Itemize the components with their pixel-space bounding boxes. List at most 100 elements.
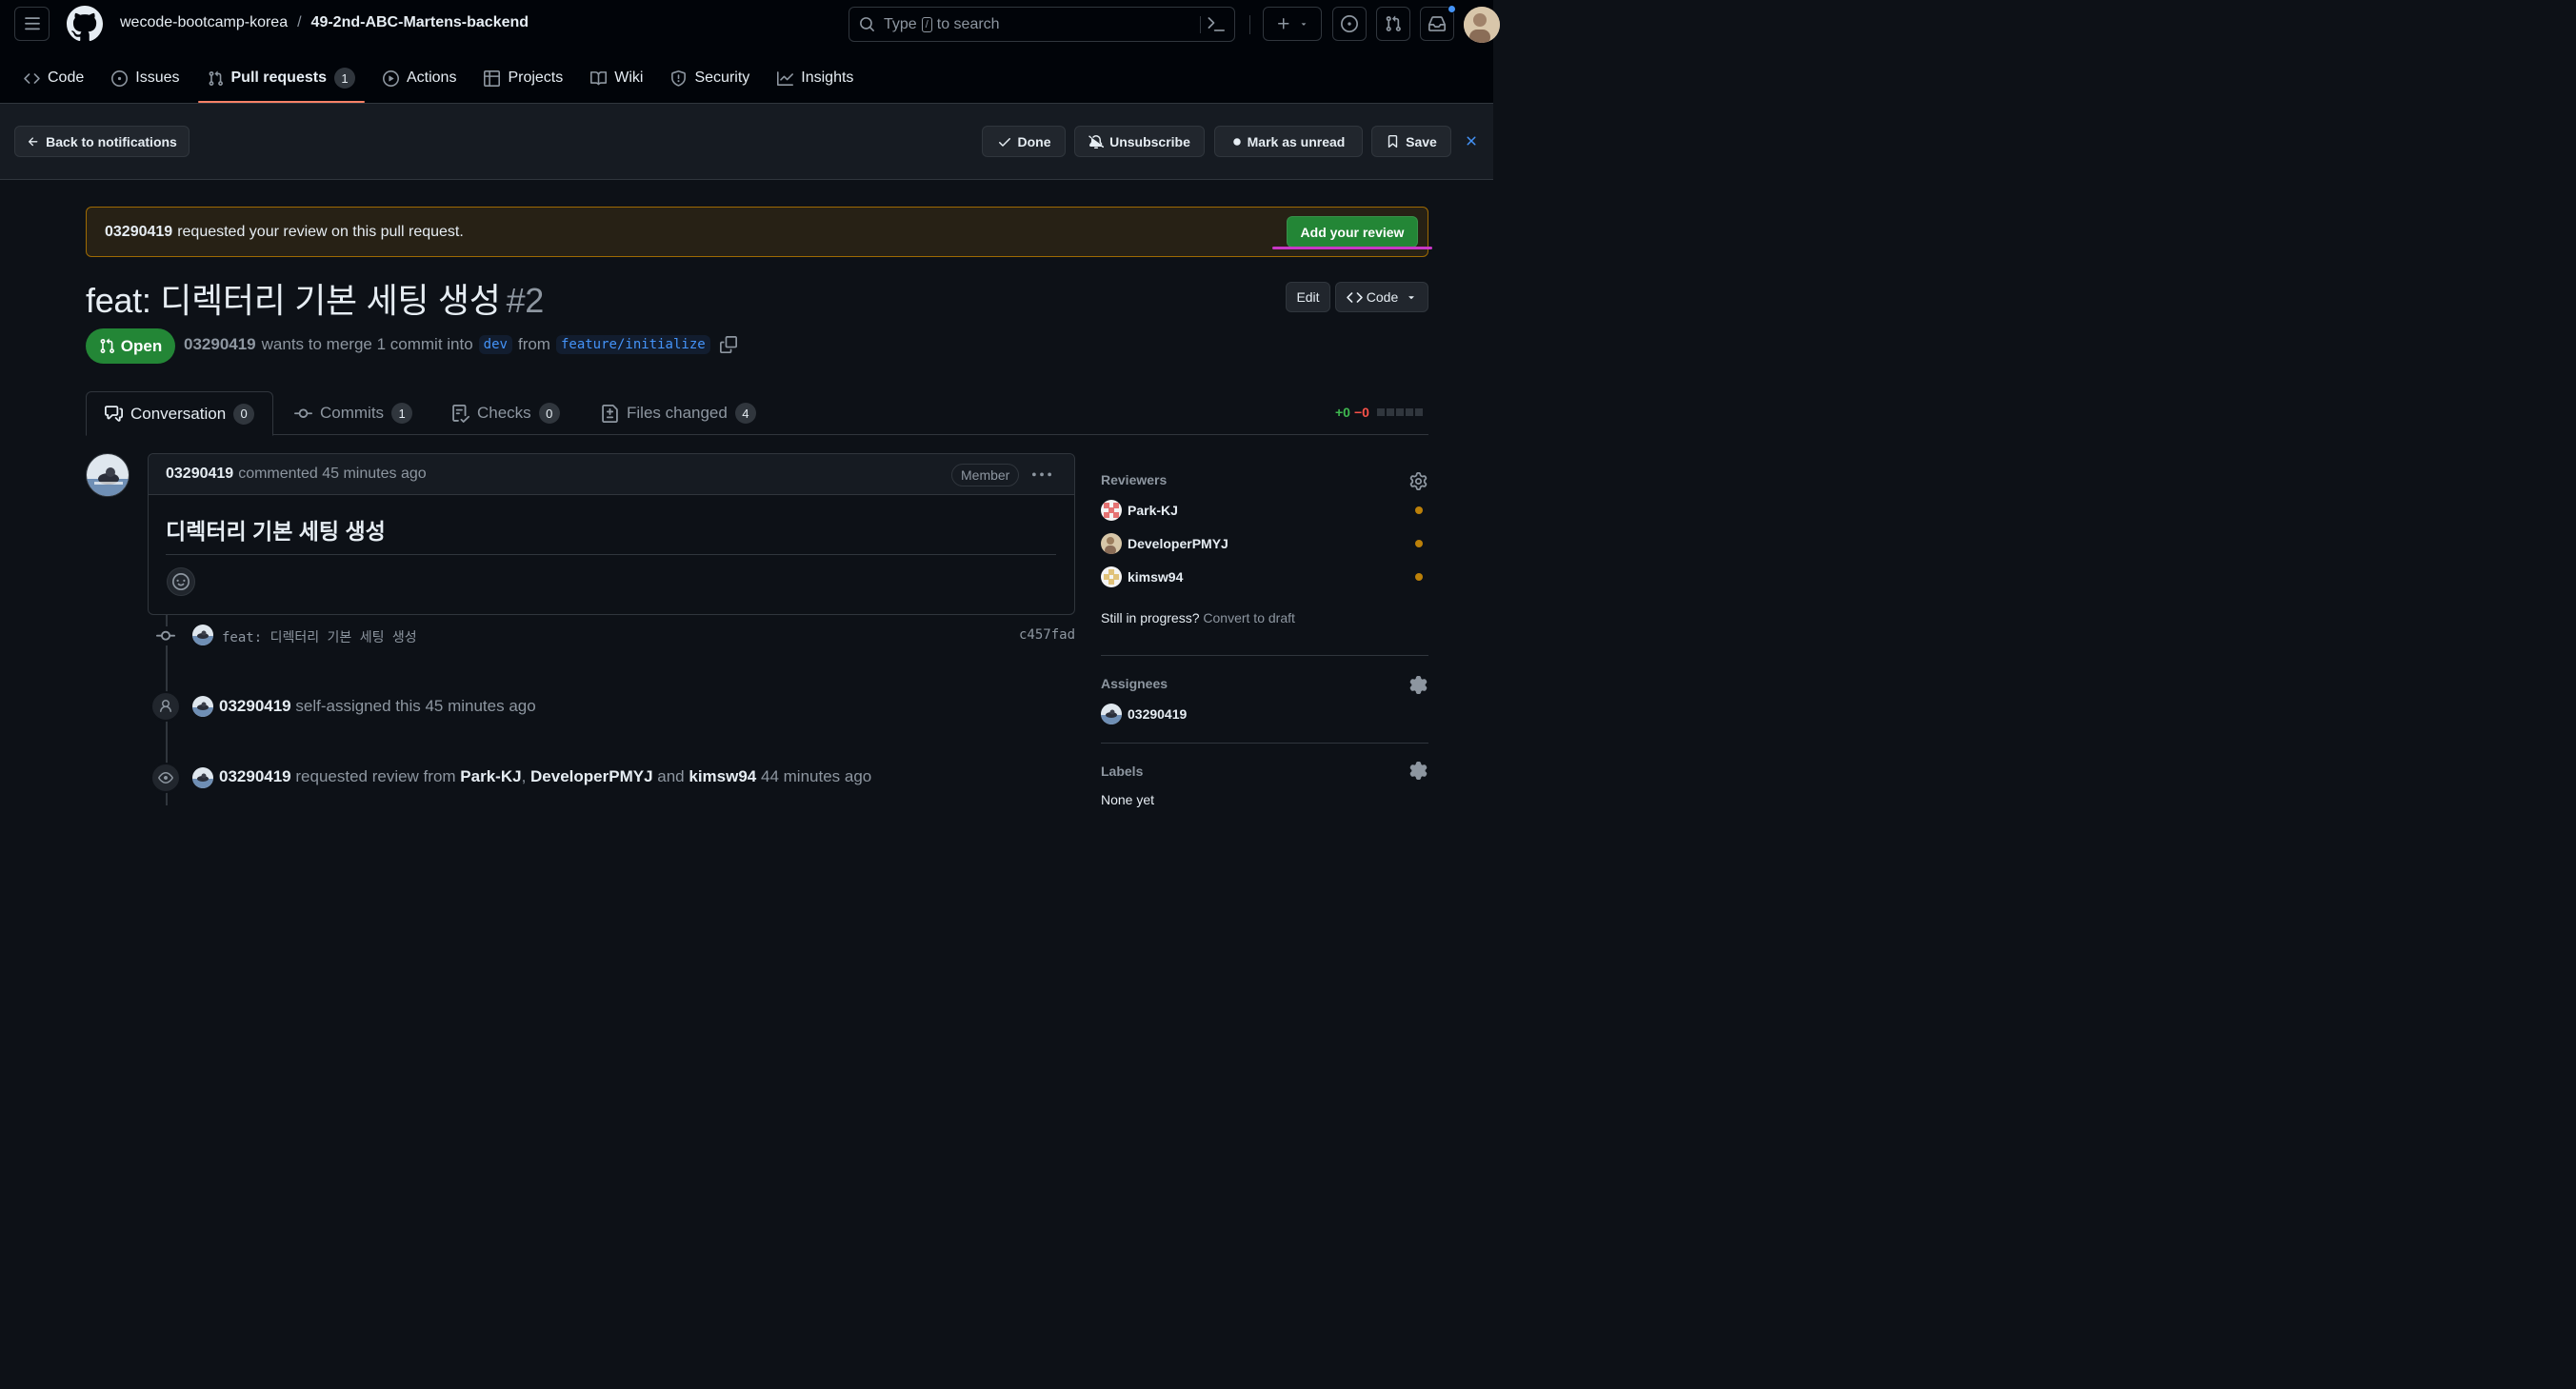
add-reaction-button[interactable] [167, 567, 195, 596]
inbox-icon [1428, 16, 1446, 31]
review-request-banner: 03290419 requested your review on this p… [86, 207, 1428, 257]
reviewer-item[interactable]: DeveloperPMYJ [1101, 533, 1228, 554]
unread-indicator [1448, 5, 1456, 13]
comment-meta[interactable]: commented 45 minutes ago [238, 466, 426, 483]
review-pending-indicator [1415, 506, 1423, 514]
files-changed-count: 4 [734, 403, 756, 424]
issues-shortcut-button[interactable] [1332, 7, 1367, 41]
tab-commits[interactable]: Commits 1 [294, 391, 413, 435]
assignee-item[interactable]: 03290419 [1101, 704, 1187, 724]
git-commit-icon [156, 630, 175, 641]
repo-link[interactable]: 49-2nd-ABC-Martens-backend [311, 14, 529, 31]
close-notification-button[interactable] [1464, 133, 1479, 149]
global-header: wecode-bootcamp-korea / 49-2nd-ABC-Marte… [0, 0, 1500, 104]
tab-conversation[interactable]: Conversation 0 [86, 391, 274, 436]
labels-settings-button[interactable] [1409, 762, 1428, 780]
org-link[interactable]: wecode-bootcamp-korea [120, 14, 288, 31]
user-avatar-button[interactable] [1464, 7, 1500, 43]
pr-author-link[interactable]: 03290419 [184, 335, 256, 354]
done-button[interactable]: Done [982, 126, 1066, 157]
pull-requests-count: 1 [333, 68, 355, 89]
assignees-settings-button[interactable] [1409, 676, 1428, 694]
tab-actions[interactable]: Actions [373, 53, 466, 103]
comment-body: 디렉터리 기본 세팅 생성 [166, 513, 1056, 555]
back-to-notifications-button[interactable]: Back to notifications [14, 126, 190, 157]
hamburger-menu-button[interactable] [14, 7, 50, 41]
close-icon [1467, 136, 1476, 146]
reviewer-avatar [1101, 533, 1122, 554]
code-dropdown-button[interactable]: Code [1335, 282, 1428, 312]
pr-title-text: feat: 디렉터리 기본 세팅 생성 [86, 281, 501, 320]
book-icon [590, 70, 608, 85]
create-new-button[interactable] [1263, 7, 1322, 41]
tab-projects[interactable]: Projects [474, 53, 572, 103]
save-button[interactable]: Save [1371, 126, 1451, 157]
eye-icon [158, 772, 173, 784]
back-to-notifications-label: Back to notifications [46, 133, 177, 149]
tab-code[interactable]: Code [14, 53, 93, 103]
tab-files-changed[interactable]: Files changed 4 [601, 391, 756, 435]
reviewers-settings-button[interactable] [1409, 472, 1428, 490]
review-pending-indicator [1415, 573, 1423, 581]
commit-sha[interactable]: c457fad [1019, 627, 1075, 643]
arrow-left-icon [29, 136, 38, 146]
unsubscribe-button[interactable]: Unsubscribe [1074, 126, 1205, 157]
sidebar-divider [1101, 743, 1428, 744]
base-branch[interactable]: dev [478, 335, 512, 354]
review-requester-link[interactable]: 03290419 [219, 767, 291, 785]
tab-wiki[interactable]: Wiki [581, 53, 652, 103]
unsubscribe-label: Unsubscribe [1109, 133, 1190, 149]
reviewer-name: kimsw94 [1128, 569, 1184, 585]
tab-commits-label: Commits [320, 404, 385, 422]
commit-message[interactable]: feat: 디렉터리 기본 세팅 생성 [222, 627, 417, 646]
review-request-time[interactable]: 44 minutes ago [761, 767, 871, 785]
tab-insights-label: Insights [801, 69, 854, 86]
tab-code-label: Code [48, 69, 85, 86]
tab-security[interactable]: Security [661, 53, 759, 103]
done-label: Done [1017, 133, 1051, 149]
convert-to-draft-link[interactable]: Convert to draft [1203, 610, 1295, 625]
search-placeholder-pre: Type [884, 15, 917, 32]
code-dropdown-label: Code [1366, 289, 1399, 305]
tab-insights[interactable]: Insights [768, 53, 863, 103]
issue-opened-icon [1341, 15, 1358, 32]
kebab-horizontal-icon[interactable] [1032, 466, 1051, 485]
tab-pull-requests[interactable]: Pull requests 1 [197, 53, 366, 103]
inbox-button[interactable] [1420, 5, 1456, 41]
assign-event-badge [150, 691, 181, 722]
requested-reviewer-1[interactable]: Park-KJ [460, 767, 521, 785]
conversation-count: 0 [233, 403, 255, 425]
mark-as-unread-button[interactable]: Mark as unread [1214, 126, 1363, 157]
comment-header: 03290419 commented 45 minutes ago Member [149, 454, 1074, 495]
mark-as-unread-label: Mark as unread [1247, 133, 1346, 149]
labels-heading: Labels [1101, 764, 1144, 779]
github-logo-icon[interactable] [67, 6, 103, 42]
pull-requests-shortcut-button[interactable] [1376, 7, 1410, 41]
comment-author-link[interactable]: 03290419 [166, 466, 233, 483]
check-icon [998, 137, 1010, 147]
tab-issues[interactable]: Issues [102, 53, 189, 103]
commit-author-avatar[interactable] [192, 625, 213, 645]
breadcrumb-separator: / [297, 14, 302, 30]
head-branch[interactable]: feature/initialize [555, 335, 710, 354]
requested-reviewer-3[interactable]: kimsw94 [689, 767, 756, 785]
banner-requester[interactable]: 03290419 [105, 224, 172, 241]
tab-checks[interactable]: Checks 0 [451, 391, 560, 435]
assigner-link[interactable]: 03290419 [219, 697, 291, 715]
search-input[interactable]: Type / to search [849, 7, 1235, 42]
commit-event [155, 626, 176, 645]
assigner-avatar[interactable] [192, 696, 213, 717]
additions-count: +0 [1335, 405, 1350, 420]
review-requester-avatar[interactable] [192, 767, 213, 788]
requested-reviewer-2[interactable]: DeveloperPMYJ [530, 767, 653, 785]
edit-title-button[interactable]: Edit [1286, 282, 1330, 312]
reviewer-item[interactable]: kimsw94 [1101, 566, 1183, 587]
author-avatar[interactable] [86, 453, 130, 497]
add-your-review-button[interactable]: Add your review [1287, 216, 1418, 248]
tab-projects-label: Projects [508, 69, 564, 86]
copy-icon[interactable] [719, 336, 737, 353]
git-pull-request-icon [1386, 15, 1401, 31]
pr-state-badge: Open [86, 328, 175, 364]
reviewer-item[interactable]: Park-KJ [1101, 500, 1178, 521]
command-palette-icon[interactable] [1208, 16, 1225, 33]
